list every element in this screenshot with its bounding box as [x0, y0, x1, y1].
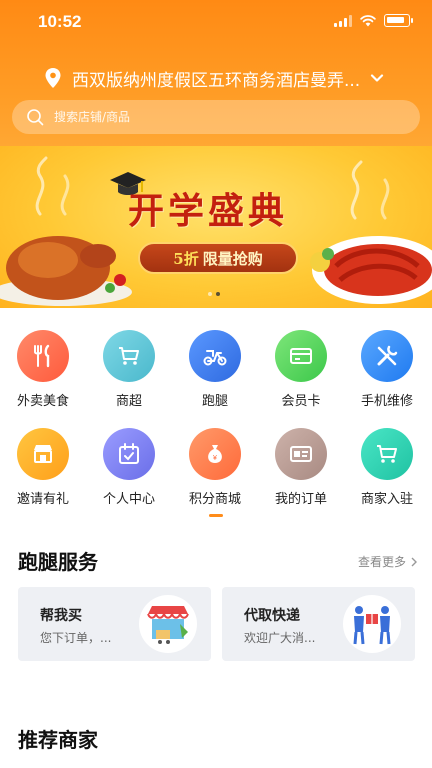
carousel-dot[interactable]: [208, 292, 212, 296]
section-title-errand: 跑腿服务: [18, 550, 98, 574]
banner-tag-highlight: 5折: [173, 249, 199, 268]
id-card-icon: [275, 428, 327, 480]
chevron-right-icon: [411, 557, 417, 566]
carousel-dot-active[interactable]: [216, 292, 220, 296]
card-title: 帮我买: [40, 608, 82, 624]
banner-title: 开学盛典: [128, 190, 289, 232]
courier-icon: [343, 595, 401, 653]
service-label: 商家入驻: [360, 492, 413, 507]
service-item-food[interactable]: 外卖美食: [0, 320, 86, 410]
service-item-member-card[interactable]: 会员卡: [258, 320, 344, 410]
cart-icon: [361, 428, 413, 480]
service-item-orders[interactable]: 我的订单: [258, 418, 344, 508]
see-more-link[interactable]: 查看更多: [358, 553, 418, 570]
service-label: 商超: [115, 394, 142, 409]
banner-tag: 5折 限量抢购: [138, 242, 298, 274]
battery-icon: [384, 14, 413, 27]
service-item-profile[interactable]: 个人中心: [86, 418, 172, 508]
service-label: 个人中心: [102, 492, 155, 507]
errand-card-pickup[interactable]: 代取快递 欢迎广大消...: [222, 587, 415, 661]
service-item-errand[interactable]: 跑腿: [172, 320, 258, 410]
chevron-down-icon: [371, 74, 384, 82]
service-label: 跑腿: [201, 394, 228, 409]
signal-icon: [334, 14, 352, 27]
header: 10:52 西双版纳州度假区五环商务酒店曼弄...: [0, 0, 432, 146]
card-subtitle: 您下订单，...: [40, 631, 112, 645]
service-label: 积分商城: [188, 492, 241, 507]
cutlery-icon: [17, 330, 69, 382]
location-pin-icon: [45, 68, 61, 88]
service-label: 邀请有礼: [16, 492, 69, 507]
wifi-icon: [360, 14, 376, 26]
steam-decoration: [350, 160, 390, 220]
card-title: 代取快递: [244, 608, 300, 624]
grid-page-indicator: [209, 514, 223, 517]
card-subtitle: 欢迎广大消...: [244, 631, 316, 645]
service-item-phone-repair[interactable]: 手机维修: [344, 320, 430, 410]
service-label: 手机维修: [360, 394, 413, 409]
scooter-icon: [189, 330, 241, 382]
steam-decoration: [35, 156, 70, 216]
status-bar: 10:52: [0, 0, 432, 46]
status-time: 10:52: [38, 12, 82, 31]
carousel-dots: [208, 292, 220, 296]
location-selector[interactable]: 西双版纳州度假区五环商务酒店曼弄...: [44, 64, 404, 92]
calendar-icon: [103, 428, 155, 480]
shop-icon: [17, 428, 69, 480]
promo-banner[interactable]: 开学盛典 5折 限量抢购: [0, 146, 432, 308]
status-icons: [334, 14, 413, 27]
section-title-recommend: 推荐商家: [18, 728, 98, 752]
service-label: 外卖美食: [16, 394, 69, 409]
service-item-invite[interactable]: 邀请有礼: [0, 418, 86, 508]
errand-card-buy[interactable]: 帮我买 您下订单，...: [18, 587, 211, 661]
search-input[interactable]: [54, 110, 354, 124]
storefront-icon: [139, 595, 197, 653]
card-icon: [275, 330, 327, 382]
service-item-supermarket[interactable]: 商超: [86, 320, 172, 410]
search-icon: [27, 109, 44, 126]
service-item-merchant-join[interactable]: 商家入驻: [344, 418, 430, 508]
crayfish-plate-image: [310, 236, 432, 304]
tools-icon: [361, 330, 413, 382]
see-more-label: 查看更多: [357, 555, 406, 569]
svg-text:¥: ¥: [213, 455, 217, 462]
banner-tag-text: 限量抢购: [202, 249, 263, 268]
points-bag-icon: ¥: [189, 428, 241, 480]
service-label: 会员卡: [281, 394, 321, 409]
cart-icon: [103, 330, 155, 382]
service-label: 我的订单: [274, 492, 327, 507]
roast-chicken-image: [0, 236, 132, 306]
service-item-points-mall[interactable]: ¥ 积分商城: [172, 418, 258, 508]
location-text: 西双版纳州度假区五环商务酒店曼弄...: [72, 70, 361, 91]
search-bar[interactable]: [12, 100, 420, 134]
